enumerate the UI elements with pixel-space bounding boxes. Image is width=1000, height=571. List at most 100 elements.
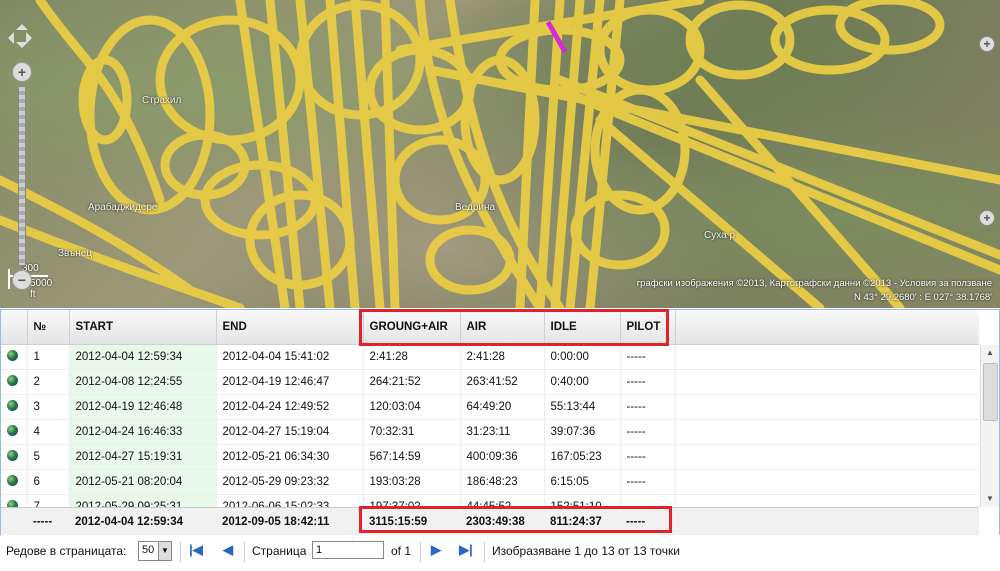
table-cell: 2012-04-08 12:24:55 [69, 369, 217, 395]
table-cell: 55:13:44 [544, 394, 621, 420]
globe-icon[interactable] [7, 475, 18, 486]
table-cell: 167:05:23 [544, 444, 621, 470]
scroll-thumb[interactable] [983, 363, 998, 421]
table-cell: 6 [27, 469, 70, 495]
total-cell: 2012-09-05 18:42:11 [222, 516, 330, 528]
table-cell: 39:07:36 [544, 419, 621, 445]
table-cell: 0:00:00 [544, 345, 621, 370]
expand-plus-icon[interactable]: + [979, 36, 995, 52]
expand-plus-icon[interactable]: + [979, 210, 995, 226]
table-cell: 64:49:20 [460, 394, 545, 420]
table-cell: ----- [620, 444, 676, 470]
table-cell: 2012-05-29 09:25:31 [69, 494, 217, 508]
table-cell: 2012-04-19 12:46:47 [216, 369, 364, 395]
table-row[interactable]: 1 2012-04-04 12:59:34 2012-04-04 15:41:02 2… [1, 345, 979, 370]
column-header-icon [1, 310, 28, 345]
next-page-icon[interactable]: ▶ [428, 542, 444, 558]
table-row[interactable]: 3 2012-04-19 12:46:48 2012-04-24 12:49:52 1… [1, 394, 979, 420]
table-cell: 4 [27, 419, 70, 445]
column-header[interactable]: START [69, 310, 217, 345]
place-label: Ведрина [455, 202, 496, 213]
table-cell: 263:41:52 [460, 369, 545, 395]
previous-page-icon[interactable]: ◀ [220, 542, 236, 558]
table-cell: 1 [27, 345, 70, 370]
table-cell: 2012-05-21 08:20:04 [69, 469, 217, 495]
map-view[interactable]: Страхил Арабаджидере Звънец Ведрина Суха… [0, 0, 1000, 308]
table-cell: ----- [620, 419, 676, 445]
table-cell: ----- [620, 394, 676, 420]
table-cell: 2012-05-21 06:34:30 [216, 444, 364, 470]
place-label: Звънец [58, 248, 93, 259]
map-copyright: графски изображения ©2013, Картографски … [636, 278, 992, 289]
table-cell: 2012-04-24 12:49:52 [216, 394, 364, 420]
table-cell: 2012-04-27 15:19:04 [216, 419, 364, 445]
table-cell: 7 [27, 494, 70, 508]
table-cell: 5 [27, 444, 70, 470]
table-cell: ----- [620, 469, 676, 495]
pan-left-icon[interactable] [2, 32, 14, 44]
flight-tracks [0, 0, 1000, 308]
paging-toolbar: Редове в страницата: 50 ▼ |◀ ◀ Страница … [0, 535, 1000, 571]
first-page-icon[interactable]: |◀ [188, 542, 204, 558]
table-cell: 264:21:52 [363, 369, 461, 395]
map-coordinates: N 43° 29.2680' : E 027° 38.1768' [854, 292, 992, 303]
zoom-in-icon[interactable]: + [12, 62, 32, 82]
column-header[interactable]: END [216, 310, 364, 345]
chevron-down-icon[interactable]: ▼ [158, 542, 171, 560]
scale-feet: 5000 ft [30, 278, 53, 300]
total-cell: ----- [33, 516, 53, 528]
globe-icon[interactable] [7, 375, 18, 386]
pan-control[interactable] [6, 22, 38, 54]
table-cell: ----- [620, 345, 676, 370]
page-count-label: of 1 [391, 544, 412, 558]
place-label: Арабаджидере [88, 202, 158, 213]
table-cell: 567:14:59 [363, 444, 461, 470]
place-label: Страхил [142, 95, 182, 106]
grid-body: 1 2012-04-04 12:59:34 2012-04-04 15:41:02 2… [1, 345, 979, 508]
scroll-down-icon[interactable]: ▼ [981, 491, 999, 507]
pan-up-icon[interactable] [16, 18, 28, 30]
page-number-input[interactable]: 1 [312, 541, 384, 559]
zoom-out-icon[interactable]: − [12, 270, 32, 290]
table-cell: 193:03:28 [363, 469, 461, 495]
column-header[interactable]: № [27, 310, 70, 345]
table-cell: 2012-06-06 15:02:33 [216, 494, 364, 508]
zoom-slider[interactable] [18, 86, 26, 266]
table-cell: 31:23:11 [460, 419, 545, 445]
table-cell: 400:09:36 [460, 444, 545, 470]
total-cell: 2012-04-04 12:59:34 [75, 516, 184, 528]
table-cell: 2 [27, 369, 70, 395]
table-row[interactable]: 4 2012-04-24 16:46:33 2012-04-27 15:19:04 7… [1, 419, 979, 445]
globe-icon[interactable] [7, 425, 18, 436]
table-cell: 2012-04-04 12:59:34 [69, 345, 217, 370]
table-cell: 120:03:04 [363, 394, 461, 420]
last-page-icon[interactable]: ▶| [458, 542, 474, 558]
rows-per-page-select[interactable]: 50 ▼ [138, 541, 172, 561]
totals-highlight-box [359, 506, 672, 533]
table-row[interactable]: 5 2012-04-27 15:19:31 2012-05-21 06:34:30 5… [1, 444, 979, 470]
display-info: Изобразяване 1 до 13 от 13 точки [492, 544, 680, 558]
table-row[interactable]: 6 2012-05-21 08:20:04 2012-05-29 09:23:32 1… [1, 469, 979, 495]
table-cell: 70:32:31 [363, 419, 461, 445]
grid-scrollbar[interactable]: ▲ ▼ [980, 345, 999, 507]
globe-icon[interactable] [7, 450, 18, 461]
table-cell: 2:41:28 [363, 345, 461, 370]
table-cell: 186:48:23 [460, 469, 545, 495]
table-cell: 3 [27, 394, 70, 420]
rows-per-page-label: Редове в страницата: [6, 544, 127, 558]
header-highlight-box [359, 309, 669, 346]
table-cell: 2012-04-24 16:46:33 [69, 419, 217, 445]
table-cell: 0:40:00 [544, 369, 621, 395]
zoom-control[interactable]: + − [12, 62, 32, 290]
table-row[interactable]: 2 2012-04-08 12:24:55 2012-04-19 12:46:47 2… [1, 369, 979, 395]
globe-icon[interactable] [7, 350, 18, 361]
table-cell: 2012-04-27 15:19:31 [69, 444, 217, 470]
table-cell: 6:15:05 [544, 469, 621, 495]
table-cell: 2:41:28 [460, 345, 545, 370]
pan-right-icon[interactable] [26, 32, 38, 44]
globe-icon[interactable] [7, 400, 18, 411]
scroll-up-icon[interactable]: ▲ [981, 345, 999, 361]
table-cell: 2012-04-04 15:41:02 [216, 345, 364, 370]
table-cell: 2012-04-19 12:46:48 [69, 394, 217, 420]
table-cell: ----- [620, 369, 676, 395]
